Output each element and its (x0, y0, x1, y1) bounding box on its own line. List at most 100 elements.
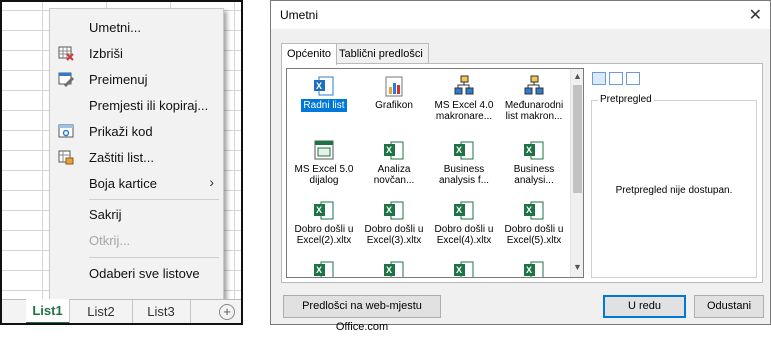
menu-item-tab-color[interactable]: Boja kartice › (50, 171, 223, 195)
preview-group: Pretpregled Pretpregled nije dostupan. (591, 94, 757, 278)
sheet-context-menu: Umetni... Izbriši Preimenuj Premjesti il… (49, 8, 224, 310)
dialog-tab-panel: X Radni list Grafikon MS Excel 4.0 makro… (281, 63, 763, 283)
template-item-cashflow[interactable]: X Analiza novčan... (359, 137, 429, 197)
template-item-label: Dobro došli u Excel(4).xltx (434, 224, 494, 246)
template-item-label: Dobro došli u Excel(3).xltx (364, 224, 424, 246)
template-item-macro-40[interactable]: MS Excel 4.0 makronare... (429, 73, 499, 133)
svg-text:X: X (386, 205, 392, 215)
excel-sheet-area: Umetni... Izbriši Preimenuj Premjesti il… (0, 0, 243, 325)
preview-label: Pretpregled (598, 94, 654, 105)
add-sheet-icon[interactable]: + (219, 304, 235, 320)
menu-item-hide[interactable]: Sakrij (50, 202, 223, 226)
menu-item-insert[interactable]: Umetni... (50, 15, 223, 39)
view-code-icon (58, 124, 74, 138)
rename-sheet-icon (58, 72, 74, 87)
scrollbar-thumb[interactable] (573, 85, 582, 193)
menu-item-insert-label: Umetni... (89, 20, 142, 35)
menu-item-hide-label: Sakrij (89, 207, 122, 222)
international-macro-icon (524, 75, 544, 95)
template-item-label: Dobro došli u Excel(5).xltx (504, 224, 564, 246)
sheet-tab-list3[interactable]: List3 (132, 300, 191, 323)
menu-item-protect-sheet-label: Zaštiti list... (89, 150, 155, 165)
template-item-welcome-5[interactable]: X Dobro došli u Excel(5).xltx (499, 197, 569, 257)
template-item-label: Analiza novčan... (373, 164, 415, 186)
template-item-label: MS Excel 4.0 makronare... (434, 100, 494, 122)
excel-template-icon: X (524, 141, 544, 160)
template-item-label: Business analysi... (513, 164, 555, 186)
template-item-partial[interactable]: X (499, 257, 569, 277)
menu-item-view-code-label: Prikaži kod (89, 124, 153, 139)
tab-general[interactable]: Općenito (281, 43, 338, 65)
menu-item-move-copy-label: Premjesti ili kopiraj... (89, 98, 209, 113)
menu-separator (89, 257, 219, 258)
template-item-partial[interactable]: X (359, 257, 429, 277)
scroll-down-icon[interactable]: ▼ (571, 262, 583, 274)
template-item-intl-macro[interactable]: Međunarodni list makron... (499, 73, 569, 133)
svg-text:X: X (526, 265, 532, 275)
excel-template-icon: X (454, 261, 474, 277)
list-view-icon[interactable] (609, 72, 623, 85)
menu-item-unhide-label: Otkrij... (89, 233, 131, 248)
excel-template-icon: X (524, 201, 544, 220)
svg-text:X: X (316, 81, 322, 91)
excel-template-icon: X (524, 261, 544, 277)
template-item-dialog-50[interactable]: MS Excel 5.0 dijalog (289, 137, 359, 197)
insert-dialog: Umetni ✕ Općenito Tablični predlošci X R… (270, 0, 771, 333)
menu-item-select-all-sheets[interactable]: Odaberi sve listove (50, 261, 223, 285)
large-icons-view-icon[interactable] (592, 72, 606, 85)
template-item-partial[interactable]: X (289, 257, 359, 277)
template-item-welcome-4[interactable]: X Dobro došli u Excel(4).xltx (429, 197, 499, 257)
template-item-label: Grafikon (375, 100, 413, 111)
sheet-tab-list1[interactable]: List1 (26, 299, 70, 323)
dialog-titlebar[interactable]: Umetni ✕ (271, 1, 770, 29)
excel-template-icon: X (384, 141, 404, 160)
scroll-up-icon[interactable]: ▲ (571, 71, 583, 83)
cancel-button[interactable]: Odustani (694, 295, 764, 318)
template-item-label: Radni list (301, 99, 347, 112)
menu-item-unhide: Otkrij... (50, 228, 223, 252)
template-item-chart[interactable]: Grafikon (359, 73, 429, 133)
template-item-business-analysis-2[interactable]: X Business analysi... (499, 137, 569, 197)
excel-template-icon: X (454, 141, 474, 160)
excel-template-icon: X (314, 201, 334, 220)
preview-message: Pretpregled nije dostupan. (615, 185, 733, 196)
vertical-scrollbar[interactable]: ▲ ▼ (570, 69, 583, 277)
menu-item-rename[interactable]: Preimenuj (50, 67, 223, 91)
excel-template-icon: X (454, 201, 474, 220)
menu-item-select-all-sheets-label: Odaberi sve listove (89, 266, 200, 281)
svg-text:X: X (316, 205, 322, 215)
template-item-welcome-2[interactable]: X Dobro došli u Excel(2).xltx (289, 197, 359, 257)
svg-text:X: X (526, 145, 532, 155)
menu-item-delete[interactable]: Izbriši (50, 41, 223, 65)
svg-text:X: X (386, 145, 392, 155)
svg-text:X: X (316, 265, 322, 275)
chevron-right-icon: › (209, 174, 214, 190)
dialog-title: Umetni (280, 8, 319, 22)
svg-text:X: X (526, 205, 532, 215)
template-item-worksheet[interactable]: X Radni list (289, 73, 359, 133)
template-item-partial[interactable]: X (429, 257, 499, 277)
template-item-label: Business analysis f... (438, 164, 490, 186)
svg-text:X: X (386, 265, 392, 275)
sheet-tab-list2[interactable]: List2 (70, 300, 133, 323)
menu-item-protect-sheet[interactable]: Zaštiti list... (50, 145, 223, 169)
excel-template-icon: X (384, 201, 404, 220)
menu-item-view-code[interactable]: Prikaži kod (50, 119, 223, 143)
template-item-business-analysis-1[interactable]: X Business analysis f... (429, 137, 499, 197)
template-item-welcome-3[interactable]: X Dobro došli u Excel(3).xltx (359, 197, 429, 257)
menu-item-tab-color-label: Boja kartice (89, 176, 157, 191)
close-icon[interactable]: ✕ (749, 5, 762, 25)
macro-sheet-icon (454, 75, 474, 95)
svg-text:X: X (456, 265, 462, 275)
chart-icon (385, 76, 403, 97)
svg-text:X: X (456, 205, 462, 215)
tab-spreadsheet-templates[interactable]: Tablični predlošci (333, 43, 429, 64)
excel-template-icon: X (314, 261, 334, 277)
menu-item-move-copy[interactable]: Premjesti ili kopiraj... (50, 93, 223, 117)
online-templates-button[interactable]: Predlošci na web-mjestu Office.com (283, 295, 441, 333)
ok-button[interactable]: U redu (603, 295, 686, 318)
template-item-label: Dobro došli u Excel(2).xltx (294, 224, 354, 246)
details-view-icon[interactable] (626, 72, 640, 85)
menu-item-rename-label: Preimenuj (89, 72, 148, 87)
excel-template-icon: X (384, 261, 404, 277)
